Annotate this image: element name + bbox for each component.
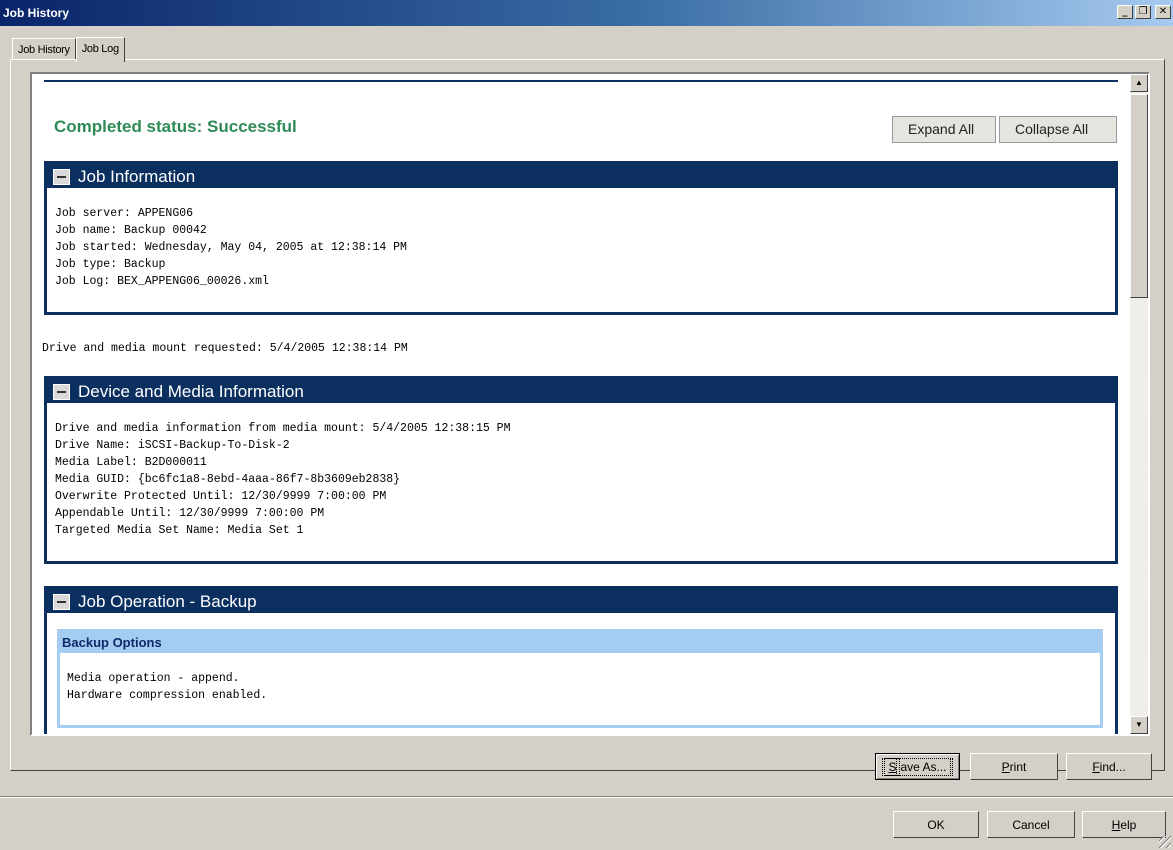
info-line: Job Log: BEX_APPENG06_00026.xml (55, 275, 269, 288)
title-bar: Job History _ ❐ ✕ (0, 0, 1173, 26)
section-title: Job Operation - Backup (78, 591, 257, 611)
help-button[interactable]: Help (1082, 811, 1166, 838)
expand-collapse-group: Expand All Collapse All (892, 116, 1117, 143)
section-header: Job Information (47, 164, 1115, 188)
minimize-icon: _ (1122, 6, 1128, 17)
info-line: Media Label: B2D000011 (55, 456, 207, 469)
restore-button[interactable]: ❐ (1135, 5, 1151, 19)
section-device-media: Device and Media Information Drive and m… (44, 376, 1118, 564)
find-button[interactable]: Find... (1066, 753, 1152, 780)
window-controls: _ ❐ ✕ (1117, 5, 1171, 19)
info-line: Drive and media information from media m… (55, 422, 511, 435)
scroll-up-button[interactable]: ▲ (1130, 74, 1148, 92)
section-body: Job server: APPENG06 Job name: Backup 000… (47, 188, 1115, 290)
ok-button[interactable]: OK (893, 811, 979, 838)
section-title: Job Information (78, 166, 196, 186)
section-job-operation: Job Operation - Backup Backup Options Me… (44, 586, 1118, 734)
tab-job-history[interactable]: Job History (12, 38, 76, 60)
section-title: Device and Media Information (78, 381, 304, 401)
window-title: Job History (3, 6, 70, 20)
info-line: Drive Name: iSCSI-Backup-To-Disk-2 (55, 439, 290, 452)
cancel-button[interactable]: Cancel (987, 811, 1075, 838)
collapse-minus-icon[interactable] (53, 168, 70, 185)
info-line: Job started: Wednesday, May 04, 2005 at … (55, 241, 407, 254)
collapse-all-button[interactable]: Collapse All (999, 116, 1117, 143)
vertical-scrollbar[interactable]: ▲ ▼ (1130, 74, 1148, 734)
save-as-button[interactable]: Save As... (875, 753, 960, 780)
info-line: Job name: Backup 00042 (55, 224, 207, 237)
tab-job-log[interactable]: Job Log (75, 37, 125, 62)
close-icon: ✕ (1158, 6, 1168, 17)
section-body: Drive and media information from media m… (47, 403, 1115, 539)
print-button[interactable]: Print (970, 753, 1058, 780)
save-as-label: Save As... (882, 758, 953, 776)
info-line: Job server: APPENG06 (55, 207, 194, 220)
mount-requested-line: Drive and media mount requested: 5/4/200… (42, 342, 408, 355)
info-line: Media GUID: {bc6fc1a8-8ebd-4aaa-86f7-8b3… (55, 473, 401, 486)
info-line: Overwrite Protected Until: 12/30/9999 7:… (55, 490, 387, 503)
section-header: Device and Media Information (47, 379, 1115, 403)
scroll-thumb[interactable] (1130, 94, 1148, 298)
expand-all-button[interactable]: Expand All (892, 116, 996, 143)
info-line: Appendable Until: 12/30/9999 7:00:00 PM (55, 507, 325, 520)
top-divider (44, 80, 1118, 82)
collapse-minus-icon[interactable] (53, 593, 70, 610)
close-button[interactable]: ✕ (1155, 5, 1171, 19)
job-log-view[interactable]: Completed status: Successful Expand All … (30, 72, 1150, 736)
arrow-down-icon: ▼ (1135, 720, 1143, 729)
resize-grip[interactable] (1159, 836, 1171, 848)
info-line: Media operation - append. (67, 672, 240, 685)
completed-status: Completed status: Successful (54, 117, 297, 136)
section-header: Job Operation - Backup (47, 589, 1115, 613)
job-log-document: Completed status: Successful Expand All … (32, 74, 1130, 734)
tab-strip: Job History Job Log (12, 35, 125, 62)
restore-icon: ❐ (1138, 6, 1148, 17)
scroll-down-button[interactable]: ▼ (1130, 716, 1148, 734)
subsection-body: Media operation - append. Hardware compre… (60, 653, 1100, 725)
info-line: Job type: Backup (55, 258, 166, 271)
collapse-minus-icon[interactable] (53, 383, 70, 400)
subsection-backup-options: Backup Options Media operation - append.… (57, 629, 1103, 728)
minimize-button[interactable]: _ (1117, 5, 1133, 19)
info-line: Hardware compression enabled. (67, 689, 268, 702)
arrow-up-icon: ▲ (1135, 78, 1143, 87)
bottom-separator (0, 796, 1173, 798)
info-line: Targeted Media Set Name: Media Set 1 (55, 524, 304, 537)
subsection-title: Backup Options (60, 632, 1100, 653)
section-job-information: Job Information Job server: APPENG06 Job … (44, 161, 1118, 315)
